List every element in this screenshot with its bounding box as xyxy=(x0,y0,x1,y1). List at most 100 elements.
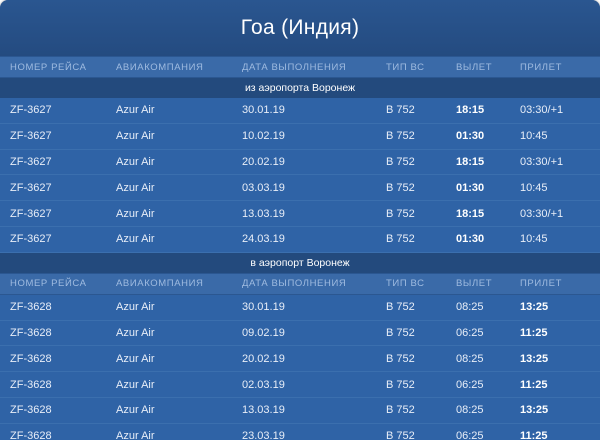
flight-date: 23.03.19 xyxy=(242,430,285,440)
aircraft-type: B 752 xyxy=(386,155,415,168)
arrival-time: 03:30/+1 xyxy=(520,104,564,117)
arrival-time: 11:25 xyxy=(520,430,548,440)
departure-time: 06:25 xyxy=(456,378,484,391)
section-label-outbound: из аэропорта Воронеж xyxy=(0,78,600,98)
col-header-departure: ВЫЛЕТ xyxy=(456,61,493,73)
table-row: ZF-3628 Azur Air 13.03.19 B 752 08:25 13:25 xyxy=(0,398,600,424)
arrival-time: 11:25 xyxy=(520,378,548,391)
flight-date: 30.01.19 xyxy=(242,301,285,314)
flight-number: ZF-3627 xyxy=(10,130,52,143)
col-header-flight: НОМЕР РЕЙСА xyxy=(10,278,87,290)
table-row: ZF-3627 Azur Air 24.03.19 B 752 01:30 10:45 xyxy=(0,227,600,253)
departure-time: 18:15 xyxy=(456,155,485,168)
flight-date: 20.02.19 xyxy=(242,155,285,168)
table-row: ZF-3628 Azur Air 09.02.19 B 752 06:25 11:25 xyxy=(0,321,600,347)
table-header: НОМЕР РЕЙСА АВИАКОМПАНИЯ ДАТА ВЫПОЛНЕНИЯ… xyxy=(0,272,600,295)
aircraft-type: B 752 xyxy=(386,233,415,246)
flight-number: ZF-3627 xyxy=(10,207,52,220)
aircraft-type: B 752 xyxy=(386,430,415,440)
departure-time: 08:25 xyxy=(456,301,484,314)
arrival-time: 03:30/+1 xyxy=(520,207,564,220)
flight-date: 13.03.19 xyxy=(242,404,285,417)
aircraft-type: B 752 xyxy=(386,181,415,194)
airline: Azur Air xyxy=(116,104,155,117)
flight-date: 10.02.19 xyxy=(242,130,285,143)
aircraft-type: B 752 xyxy=(386,104,415,117)
col-header-departure: ВЫЛЕТ xyxy=(456,278,493,290)
schedule-board: Гоа (Индия) НОМЕР РЕЙСА АВИАКОМПАНИЯ ДАТ… xyxy=(0,0,600,440)
table-row: ZF-3627 Azur Air 10.02.19 B 752 01:30 10:45 xyxy=(0,124,600,150)
arrival-time: 10:45 xyxy=(520,130,548,143)
airline: Azur Air xyxy=(116,378,155,391)
airline: Azur Air xyxy=(116,352,155,365)
table-row: ZF-3627 Azur Air 03.03.19 B 752 01:30 10:45 xyxy=(0,175,600,202)
flight-date: 02.03.19 xyxy=(242,378,285,391)
flight-number: ZF-3628 xyxy=(10,404,52,417)
aircraft-type: B 752 xyxy=(386,207,415,220)
departure-time: 06:25 xyxy=(456,326,484,339)
airline: Azur Air xyxy=(116,301,155,314)
arrival-time: 13:25 xyxy=(520,352,549,365)
departure-time: 08:25 xyxy=(456,352,484,365)
flight-number: ZF-3628 xyxy=(10,326,52,339)
flight-number: ZF-3628 xyxy=(10,352,52,365)
flight-date: 30.01.19 xyxy=(242,104,285,117)
aircraft-type: B 752 xyxy=(386,404,415,417)
col-header-date: ДАТА ВЫПОЛНЕНИЯ xyxy=(242,61,347,73)
flight-date: 09.02.19 xyxy=(242,326,285,339)
table-row: ZF-3627 Azur Air 13.03.19 B 752 18:15 03:30/+… xyxy=(0,201,600,227)
table-row: ZF-3628 Azur Air 30.01.19 B 752 08:25 13:25 xyxy=(0,295,600,321)
table-header: НОМЕР РЕЙСА АВИАКОМПАНИЯ ДАТА ВЫПОЛНЕНИЯ… xyxy=(0,56,600,78)
airline: Azur Air xyxy=(116,155,155,168)
table-row: ZF-3628 Azur Air 02.03.19 B 752 06:25 11:25 xyxy=(0,372,600,398)
arrival-time: 10:45 xyxy=(520,181,548,194)
flight-date: 24.03.19 xyxy=(242,233,285,246)
flight-number: ZF-3628 xyxy=(10,301,52,314)
col-header-arrival: ПРИЛЕТ xyxy=(520,61,562,73)
airline: Azur Air xyxy=(116,233,155,246)
col-header-airline: АВИАКОМПАНИЯ xyxy=(116,61,204,73)
aircraft-type: B 752 xyxy=(386,378,415,391)
departure-time: 01:30 xyxy=(456,130,485,143)
flight-date: 03.03.19 xyxy=(242,181,285,194)
aircraft-type: B 752 xyxy=(386,130,415,143)
title-bar: Гоа (Индия) xyxy=(0,0,600,56)
col-header-type: ТИП ВС xyxy=(386,278,425,290)
airline: Azur Air xyxy=(116,430,155,440)
col-header-date: ДАТА ВЫПОЛНЕНИЯ xyxy=(242,278,347,290)
aircraft-type: B 752 xyxy=(386,352,415,365)
airline: Azur Air xyxy=(116,207,155,220)
flight-number: ZF-3627 xyxy=(10,155,52,168)
airline: Azur Air xyxy=(116,130,155,143)
departure-time: 18:15 xyxy=(456,104,485,117)
arrival-time: 13:25 xyxy=(520,404,549,417)
arrival-time: 03:30/+1 xyxy=(520,155,564,168)
table-row: ZF-3628 Azur Air 23.03.19 B 752 06:25 11:25 xyxy=(0,424,600,440)
airline: Azur Air xyxy=(116,326,155,339)
departure-time: 18:15 xyxy=(456,207,485,220)
airline: Azur Air xyxy=(116,181,155,194)
flight-date: 13.03.19 xyxy=(242,207,285,220)
table-row: ZF-3628 Azur Air 20.02.19 B 752 08:25 13:25 xyxy=(0,346,600,373)
page-title: Гоа (Индия) xyxy=(240,16,360,39)
col-header-type: ТИП ВС xyxy=(386,61,425,73)
table-row: ZF-3627 Azur Air 20.02.19 B 752 18:15 03:30/+… xyxy=(0,150,600,176)
col-header-arrival: ПРИЛЕТ xyxy=(520,278,562,290)
aircraft-type: B 752 xyxy=(386,326,415,339)
aircraft-type: B 752 xyxy=(386,301,415,314)
departure-time: 01:30 xyxy=(456,233,485,246)
flight-number: ZF-3627 xyxy=(10,181,52,194)
flight-number: ZF-3627 xyxy=(10,233,52,246)
col-header-flight: НОМЕР РЕЙСА xyxy=(10,61,87,73)
arrival-time: 13:25 xyxy=(520,301,549,314)
section-label-inbound: в аэропорт Воронеж xyxy=(0,252,600,273)
flight-number: ZF-3628 xyxy=(10,430,52,440)
arrival-time: 11:25 xyxy=(520,326,548,339)
col-header-airline: АВИАКОМПАНИЯ xyxy=(116,278,204,290)
arrival-time: 10:45 xyxy=(520,233,548,246)
flight-date: 20.02.19 xyxy=(242,352,285,365)
flight-number: ZF-3628 xyxy=(10,378,52,391)
flight-number: ZF-3627 xyxy=(10,104,52,117)
departure-time: 01:30 xyxy=(456,181,485,194)
airline: Azur Air xyxy=(116,404,155,417)
